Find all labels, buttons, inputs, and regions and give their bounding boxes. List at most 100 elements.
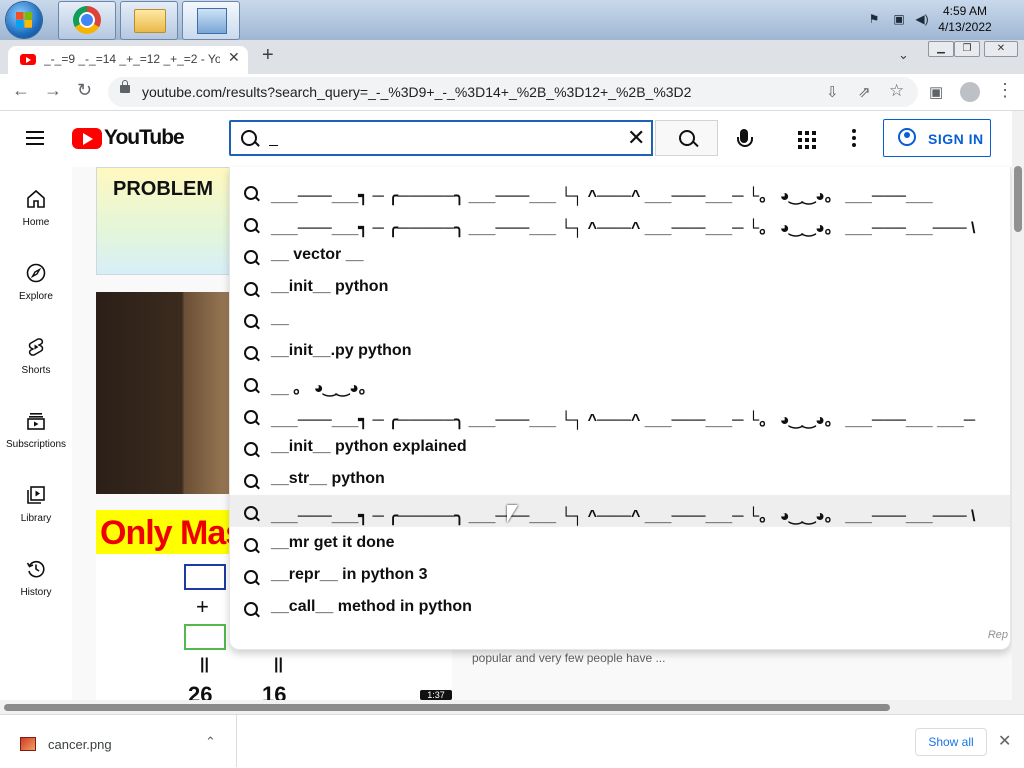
suggestion-text: ___───___┑ ─ ╭─────╮ ___───___ └┐ ^───^ … bbox=[271, 412, 976, 429]
windows-taskbar: ⚑ ▣ ◀) 4:59 AM 4/13/2022 bbox=[0, 0, 1024, 41]
guide-item-library[interactable]: Library bbox=[0, 463, 72, 537]
vertical-scrollbar-thumb[interactable] bbox=[1014, 166, 1022, 232]
suggestion-item[interactable]: ___───___┑ ─ ╭─────╮ ___───___ └┐ ^───^ … bbox=[230, 399, 1010, 431]
horizontal-scrollbar-thumb[interactable] bbox=[4, 704, 890, 711]
chrome-menu-icon[interactable]: ⋮ bbox=[996, 80, 1014, 101]
show-all-downloads-button[interactable]: Show all bbox=[915, 728, 987, 756]
suggestion-item[interactable]: __mr get it done bbox=[230, 527, 1010, 559]
search-icon bbox=[244, 282, 258, 296]
subscriptions-icon bbox=[27, 413, 45, 430]
guide-item-label: History bbox=[20, 587, 52, 598]
suggestion-item[interactable]: __str__ python bbox=[230, 463, 1010, 495]
bookmark-star-icon[interactable]: ☆ bbox=[889, 81, 904, 101]
suggestion-item[interactable]: __ 。 ◕‿‿◕。 bbox=[230, 367, 1010, 399]
back-arrow-icon[interactable]: ← bbox=[12, 80, 30, 101]
control-panel-icon bbox=[197, 8, 227, 34]
youtube-apps-grid-icon[interactable] bbox=[798, 131, 816, 149]
taskbar-chrome-button[interactable] bbox=[58, 1, 116, 40]
new-tab-button[interactable]: + bbox=[262, 44, 274, 67]
suggestion-text: __call__ method in python bbox=[271, 598, 472, 615]
search-icon bbox=[244, 378, 258, 392]
suggestion-text: __init__ python bbox=[271, 278, 389, 295]
image-file-icon bbox=[20, 737, 36, 751]
tab-youtube[interactable]: _-_=9 _-_=14 _+_=12 _+_=2 - YouTube ✕ bbox=[8, 46, 248, 74]
action-center-flag-icon[interactable]: ⚑ bbox=[866, 12, 882, 26]
video-thumbnail[interactable] bbox=[96, 292, 230, 494]
windows-start-button[interactable] bbox=[6, 2, 42, 38]
guide-item-label: Shorts bbox=[21, 365, 51, 376]
taskbar-explorer-button[interactable] bbox=[120, 1, 178, 40]
suggestion-item[interactable]: __call__ method in python bbox=[230, 591, 1010, 623]
search-icon bbox=[244, 442, 258, 456]
close-window-button[interactable]: ✕ bbox=[984, 41, 1018, 57]
tab-close-icon[interactable]: ✕ bbox=[228, 49, 240, 66]
search-button[interactable] bbox=[655, 120, 718, 156]
search-icon bbox=[244, 602, 258, 616]
report-suggestions-link[interactable]: Rep bbox=[988, 629, 1008, 641]
history-icon bbox=[26, 560, 45, 578]
download-file-name[interactable]: cancer.png bbox=[48, 737, 112, 752]
suggestion-text: __ 。 ◕‿‿◕。 bbox=[271, 380, 375, 397]
suggestion-item[interactable]: __ bbox=[230, 303, 1010, 335]
home-icon bbox=[27, 189, 45, 208]
account-icon bbox=[898, 128, 916, 146]
address-bar[interactable]: youtube.com/results?search_query=_-_%3D9… bbox=[108, 77, 918, 107]
puzzle-box bbox=[184, 624, 226, 650]
system-clock[interactable]: 4:59 AM 4/13/2022 bbox=[930, 3, 1000, 35]
guide-item-explore[interactable]: Explore bbox=[0, 241, 72, 315]
guide-item-shorts[interactable]: Shorts bbox=[0, 315, 72, 389]
guide-menu-icon[interactable] bbox=[26, 131, 46, 147]
suggestion-text: __init__.py python bbox=[271, 342, 412, 359]
youtube-favicon-icon bbox=[20, 54, 36, 65]
suggestion-text: __repr__ in python 3 bbox=[271, 566, 428, 583]
download-shelf: cancer.png ⌃ Show all ✕ bbox=[0, 714, 1024, 768]
guide-item-subscriptions[interactable]: Subscriptions bbox=[0, 389, 72, 463]
install-app-icon[interactable]: ⇩ bbox=[826, 83, 839, 101]
network-icon[interactable]: ▣ bbox=[891, 12, 907, 26]
minimize-button[interactable]: ▁ bbox=[928, 41, 954, 57]
suggestion-item[interactable]: __repr__ in python 3 bbox=[230, 559, 1010, 591]
youtube-logo-icon[interactable] bbox=[72, 128, 102, 149]
reload-icon[interactable]: ↻ bbox=[77, 80, 92, 101]
guide-item-home[interactable]: Home bbox=[0, 167, 72, 241]
guide-item-label: Subscriptions bbox=[5, 439, 67, 450]
youtube-masthead: YouTube ✕ SIGN IN bbox=[0, 111, 1012, 167]
clear-search-icon[interactable]: ✕ bbox=[627, 126, 645, 150]
volume-icon[interactable]: ◀) bbox=[914, 12, 930, 26]
share-icon[interactable]: ⇗ bbox=[858, 83, 871, 101]
guide-item-history[interactable]: History bbox=[0, 537, 72, 611]
folder-icon bbox=[134, 9, 166, 33]
video-description-snippet: popular and very few people have ... bbox=[472, 651, 666, 665]
settings-kebab-icon[interactable] bbox=[852, 129, 856, 150]
restore-button[interactable]: ❐ bbox=[954, 41, 980, 57]
shorts-icon bbox=[28, 338, 44, 356]
lock-icon[interactable] bbox=[120, 80, 130, 93]
search-box[interactable]: ✕ bbox=[229, 120, 653, 156]
suggestion-item[interactable]: __init__ python explained bbox=[230, 431, 1010, 463]
horizontal-scrollbar[interactable] bbox=[0, 700, 1024, 714]
suggestion-item[interactable]: ___───___┑ ─ ╭─────╮ ___───___ └┐ ^───^ … bbox=[230, 207, 1010, 239]
search-icon bbox=[244, 474, 258, 488]
forward-arrow-icon[interactable]: → bbox=[44, 80, 62, 101]
suggestion-item[interactable]: __ vector __ bbox=[230, 239, 1010, 271]
voice-search-mic-icon[interactable] bbox=[737, 129, 753, 147]
suggestion-item[interactable]: ___───___┑ ─ ╭─────╮ ___───___ └┐ ^───^ … bbox=[230, 495, 1010, 527]
search-input[interactable] bbox=[269, 128, 609, 150]
tab-title: _-_=9 _-_=14 _+_=12 _+_=2 - YouTube bbox=[44, 52, 220, 66]
suggestion-item[interactable]: ___───___┑ ─ ╭─────╮ ___───___ └┐ ^───^ … bbox=[230, 175, 1010, 207]
close-download-shelf-icon[interactable]: ✕ bbox=[998, 731, 1011, 751]
video-thumbnail[interactable]: PROBLEM bbox=[96, 167, 230, 275]
search-button-icon bbox=[679, 130, 695, 146]
youtube-logo-text[interactable]: YouTube bbox=[104, 126, 185, 150]
suggestion-item[interactable]: __init__.py python bbox=[230, 335, 1010, 367]
sign-in-button[interactable]: SIGN IN bbox=[883, 119, 991, 157]
suggestion-text: __init__ python explained bbox=[271, 438, 467, 455]
side-panel-icon[interactable]: ▣ bbox=[929, 83, 943, 101]
vertical-scrollbar[interactable] bbox=[1012, 111, 1024, 700]
search-icon bbox=[244, 538, 258, 552]
profile-avatar-icon[interactable] bbox=[960, 82, 980, 102]
tab-search-chevron-icon[interactable]: ⌄ bbox=[898, 47, 909, 63]
suggestion-item[interactable]: __init__ python bbox=[230, 271, 1010, 303]
download-options-chevron-icon[interactable]: ⌃ bbox=[205, 734, 216, 750]
taskbar-control-panel-button[interactable] bbox=[182, 1, 240, 40]
